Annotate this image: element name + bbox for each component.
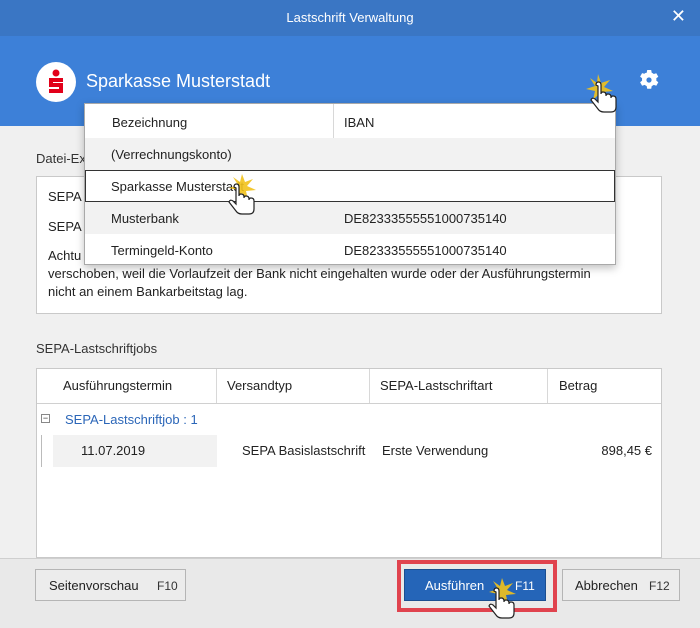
info-line: Achtu [48, 248, 82, 263]
dropdown-item-iban: DE82333555551000735140 [344, 211, 507, 226]
title-bar: Lastschrift Verwaltung ✕ [0, 0, 700, 36]
dropdown-item-iban: DE82333555551000735140 [344, 243, 507, 258]
jobs-table: Ausführungstermin Versandtyp SEPA-Lastsc… [36, 368, 662, 558]
sparkasse-logo-icon [36, 62, 76, 102]
divider [333, 104, 334, 138]
dropdown-col-iban: IBAN [344, 115, 375, 130]
col-header-kind[interactable]: SEPA-Lastschriftart [370, 369, 548, 403]
close-icon[interactable]: ✕ [671, 6, 686, 27]
cancel-label: Abbrechen [575, 578, 638, 593]
file-export-label: Datei-Ex [36, 151, 86, 166]
jobs-section-label: SEPA-Lastschriftjobs [36, 341, 158, 356]
preview-button[interactable]: Seitenvorschau F10 [35, 569, 186, 601]
dropdown-item[interactable]: (Verrechnungskonto) [85, 138, 615, 170]
col-header-amount[interactable]: Betrag [548, 369, 661, 403]
gear-icon[interactable] [637, 68, 661, 92]
hand-cursor-icon [488, 578, 516, 619]
dropdown-header: Bezeichnung IBAN [85, 104, 615, 139]
execute-label: Ausführen [425, 578, 485, 593]
info-line: verschoben, weil die Vorlaufzeit der Ban… [48, 266, 591, 281]
dropdown-item-selected[interactable]: Sparkasse Musterstadt [85, 170, 615, 202]
preview-shortcut: F10 [157, 579, 178, 593]
dropdown-item-name: Musterbank [111, 211, 179, 226]
bank-name: Sparkasse Musterstadt [86, 71, 271, 91]
cancel-shortcut: F12 [649, 579, 670, 593]
cancel-button[interactable]: Abbrechen F12 [562, 569, 680, 601]
table-row[interactable]: 11.07.2019 SEPA Basislastschrift Erste V… [37, 435, 661, 467]
cell-date: 11.07.2019 [81, 443, 146, 458]
col-header-date[interactable]: Ausführungstermin [37, 369, 217, 403]
dropdown-item-name: (Verrechnungskonto) [111, 147, 232, 162]
hand-cursor-icon [586, 74, 617, 113]
dropdown-col-name: Bezeichnung [112, 115, 188, 130]
cell-type: SEPA Basislastschrift [242, 443, 366, 458]
dropdown-item[interactable]: Musterbank DE82333555551000735140 [85, 202, 615, 234]
collapse-icon[interactable]: − [41, 414, 50, 423]
dropdown-item-name: Sparkasse Musterstadt [111, 179, 244, 194]
col-header-type[interactable]: Versandtyp [217, 369, 370, 403]
account-dropdown-list: Bezeichnung IBAN (Verrechnungskonto) Spa… [84, 103, 616, 265]
jobs-table-header: Ausführungstermin Versandtyp SEPA-Lastsc… [37, 369, 661, 404]
execute-button[interactable]: Ausführen F11 [404, 569, 546, 601]
dropdown-item[interactable]: Termingeld-Konto DE82333555551000735140 [85, 234, 615, 266]
hand-cursor-icon [228, 174, 256, 215]
cell-amount: 898,45 € [601, 443, 652, 458]
job-group-label: SEPA-Lastschriftjob : 1 [65, 412, 198, 427]
preview-label: Seitenvorschau [49, 578, 139, 593]
cell-kind: Erste Verwendung [382, 443, 489, 458]
window-title: Lastschrift Verwaltung [286, 10, 414, 25]
job-group-row[interactable]: − SEPA-Lastschriftjob : 1 [37, 404, 661, 434]
dropdown-item-name: Termingeld-Konto [111, 243, 213, 258]
info-line: nicht an einem Bankarbeitstag lag. [48, 284, 248, 299]
